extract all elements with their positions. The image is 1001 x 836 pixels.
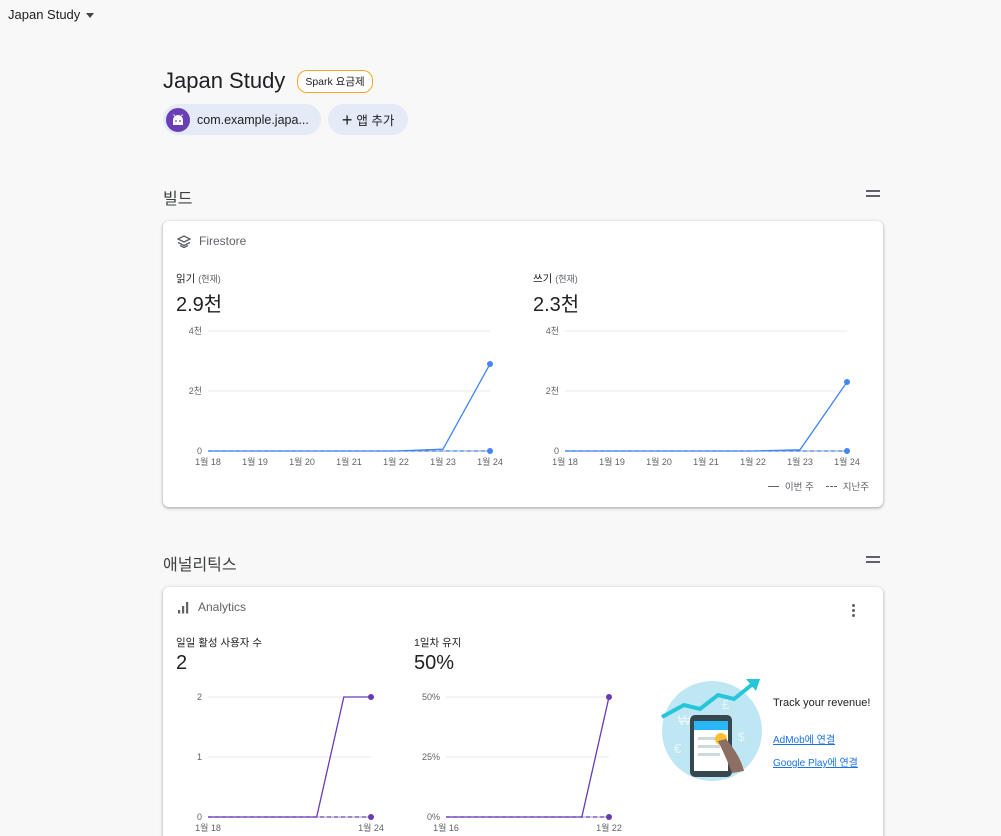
- firestore-label: Firestore: [199, 234, 247, 248]
- dau-metric: 일일 활성 사용자 수 2: [176, 635, 262, 675]
- x-tick-label: 1월 24: [834, 456, 860, 467]
- legend-item-last-week: 지난주: [825, 479, 869, 493]
- project-header: Japan Study Spark 요금제: [163, 68, 373, 94]
- app-chip[interactable]: com.example.japa...: [163, 104, 321, 135]
- x-tick-label: 1월 20: [646, 456, 672, 467]
- section-title-analytics: 애널리틱스: [163, 557, 237, 574]
- series-end-point: [487, 361, 493, 367]
- reads-label: 읽기: [176, 273, 196, 285]
- section-title-build: 빌드: [163, 191, 193, 208]
- series-line-this-week: [565, 381, 848, 452]
- series-end-point: [487, 448, 493, 454]
- caret-down-icon: [86, 12, 95, 18]
- series-end-point: [606, 694, 612, 700]
- add-app-label: 앱 추가: [356, 114, 395, 128]
- dau-chart: 0 1 2 1월 18 1월 24: [195, 692, 384, 833]
- analytics-menu-icon[interactable]: [866, 556, 880, 566]
- y-tick-label: 0: [197, 446, 202, 456]
- revenue-illustration: ₩ £ € $: [661, 679, 762, 781]
- svg-text:€: €: [674, 741, 682, 756]
- series-end-point: [368, 694, 374, 700]
- y-tick-label: 2천: [546, 386, 559, 396]
- build-menu-icon[interactable]: [866, 190, 880, 200]
- writes-sub: (현재): [555, 274, 578, 284]
- firestore-card[interactable]: Firestore 읽기 (현재) 2.9천 쓰기 (현재) 2.3천 0 2천 4…: [163, 221, 883, 507]
- x-tick-label: 1월 18: [195, 456, 221, 467]
- add-app-button[interactable]: + 앱 추가: [327, 104, 409, 135]
- y-tick-label: 4천: [546, 326, 559, 336]
- analytics-card-header: Analytics: [177, 600, 246, 614]
- app-chip-label: com.example.japa...: [197, 112, 309, 127]
- x-tick-label: 1월 19: [242, 456, 268, 467]
- series-end-point: [606, 814, 612, 820]
- y-tick-label: 2천: [189, 386, 202, 396]
- promo-text: Track your revenue! AdMob에 연결 Google Pla…: [773, 697, 870, 777]
- firestore-card-header: Firestore: [177, 234, 246, 248]
- x-tick-label: 1월 22: [383, 456, 409, 467]
- plus-icon: +: [341, 109, 353, 130]
- x-tick-label: 1월 22: [596, 822, 622, 833]
- y-tick-label: 4천: [189, 326, 202, 336]
- revenue-promo: ₩ £ € $ Track your revenue! AdMob에 연결 Go…: [660, 675, 882, 785]
- x-tick-label: 1월 16: [433, 822, 459, 833]
- writes-chart: 0 2천 4천 1월 18 1월 19 1월 20 1월 21 1월 22 1월 23 1월 24: [546, 326, 860, 467]
- writes-metric: 쓰기 (현재) 2.3천: [533, 271, 579, 317]
- series-end-point: [368, 814, 374, 820]
- y-tick-label: 25%: [422, 752, 440, 762]
- retention-label: 1일차 유지: [414, 637, 462, 649]
- retention-chart: 0% 25% 50% 1월 16 1월 22: [422, 692, 622, 833]
- y-tick-label: 2: [197, 692, 202, 702]
- reads-chart: 0 2천 4천 1월 18 1월 19 1월 20 1월 21 1월 22 1월 23 1월 24: [189, 326, 503, 467]
- dau-label: 일일 활성 사용자 수: [176, 637, 263, 649]
- y-tick-label: 0: [197, 812, 202, 822]
- reads-metric: 읽기 (현재) 2.9천: [176, 271, 222, 317]
- retention-value: 50%: [414, 652, 455, 674]
- google-play-link[interactable]: Google Play에 연결: [773, 754, 870, 769]
- x-tick-label: 1월 21: [336, 456, 362, 467]
- analytics-label: Analytics: [198, 600, 247, 614]
- reads-sub: (현재): [198, 274, 221, 284]
- y-tick-label: 0: [554, 446, 559, 456]
- y-tick-label: 0%: [427, 812, 440, 822]
- promo-title: Track your revenue!: [773, 697, 871, 709]
- svg-text:$: $: [738, 730, 745, 744]
- x-tick-label: 1월 18: [195, 822, 221, 833]
- analytics-card[interactable]: Analytics 일일 활성 사용자 수 2 1일차 유지 50% 0 1 2 1월…: [163, 587, 883, 836]
- admob-link[interactable]: AdMob에 연결: [773, 731, 870, 746]
- y-tick-label: 50%: [422, 692, 440, 702]
- writes-label: 쓰기: [533, 273, 553, 285]
- app-chips: com.example.japa... + 앱 추가: [163, 104, 409, 135]
- retention-metric: 1일차 유지 50%: [414, 635, 461, 675]
- y-tick-label: 1: [197, 752, 202, 762]
- x-tick-label: 1월 21: [693, 456, 719, 467]
- android-icon: [166, 107, 190, 132]
- series-line-this-week: [208, 363, 491, 452]
- page-title: Japan Study: [163, 68, 286, 93]
- x-tick-label: 1월 19: [599, 456, 625, 467]
- plan-badge[interactable]: Spark 요금제: [297, 69, 373, 93]
- dau-value: 2: [176, 652, 188, 674]
- series-end-point: [844, 379, 850, 385]
- x-tick-label: 1월 23: [787, 456, 813, 467]
- legend-item-this-week: 이번 주: [767, 479, 814, 493]
- more-vert-icon[interactable]: [852, 604, 856, 619]
- writes-value: 2.3천: [533, 294, 580, 316]
- project-switcher[interactable]: Japan Study: [8, 7, 95, 22]
- chart-legend: 이번 주 지난주: [767, 479, 869, 493]
- firestore-icon: [177, 234, 191, 248]
- x-tick-label: 1월 22: [740, 456, 766, 467]
- svg-text:₩: ₩: [678, 712, 692, 728]
- reads-value: 2.9천: [176, 294, 223, 316]
- x-tick-label: 1월 18: [552, 456, 578, 467]
- project-switcher-label: Japan Study: [8, 7, 81, 22]
- x-tick-label: 1월 23: [430, 456, 456, 467]
- x-tick-label: 1월 20: [289, 456, 315, 467]
- x-tick-label: 1월 24: [358, 822, 384, 833]
- analytics-icon: [178, 601, 189, 613]
- series-end-point: [844, 448, 850, 454]
- x-tick-label: 1월 24: [477, 456, 503, 467]
